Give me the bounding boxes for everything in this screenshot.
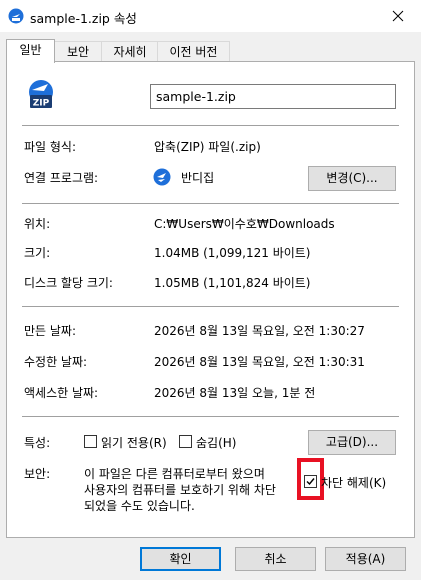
- tab-details[interactable]: 자세히: [101, 41, 159, 62]
- tab-previous-versions[interactable]: 이전 버전: [157, 41, 230, 62]
- accessed-label: 액세스한 날짜:: [24, 386, 99, 400]
- ok-button[interactable]: 확인: [140, 547, 221, 571]
- apply-button[interactable]: 적용(A): [325, 547, 406, 571]
- close-icon: [392, 10, 404, 22]
- opens-with-value: 반디집: [181, 171, 215, 185]
- file-type-value: 압축(ZIP) 파일(.zip): [154, 140, 261, 154]
- window-title: sample-1.zip 속성: [30, 11, 137, 26]
- created-value: 2026년 8월 13일 목요일, 오전 1:30:27: [154, 324, 365, 338]
- zip-icon-text: ZIP: [33, 99, 50, 109]
- unblock-checkbox[interactable]: [304, 475, 317, 488]
- modified-value: 2026년 8월 13일 목요일, 오전 1:30:31: [154, 355, 365, 369]
- change-button[interactable]: 변경(C)...: [308, 166, 396, 191]
- security-label: 보안:: [24, 467, 51, 481]
- general-panel: ZIP sample-1.zip 파일 형식: 압축(ZIP) 파일(.zip)…: [6, 61, 415, 538]
- advanced-button[interactable]: 고급(D)...: [308, 430, 396, 455]
- readonly-label[interactable]: 읽기 전용(R): [101, 434, 167, 451]
- attributes-label: 특성:: [24, 436, 51, 450]
- security-message-line2: 사용자의 컴퓨터를 보호하기 위해 차단: [84, 483, 276, 497]
- security-message-line3: 되었을 수도 있습니다.: [84, 499, 195, 513]
- created-label: 만든 날짜:: [24, 324, 77, 338]
- opens-with-label: 연결 프로그램:: [24, 171, 99, 185]
- readonly-checkbox[interactable]: [84, 435, 97, 448]
- divider: [22, 416, 399, 417]
- divider: [22, 125, 399, 126]
- modified-label: 수정한 날짜:: [24, 355, 88, 369]
- accessed-value: 2026년 8월 13일 오늘, 1분 전: [154, 386, 316, 400]
- title-bar: sample-1.zip 속성: [0, 0, 421, 32]
- zip-file-icon: ZIP: [24, 78, 58, 110]
- tab-general[interactable]: 일반: [6, 39, 55, 63]
- file-type-label: 파일 형식:: [24, 140, 77, 154]
- size-label: 크기:: [24, 246, 51, 260]
- tab-security[interactable]: 보안: [53, 41, 103, 62]
- unblock-label[interactable]: 차단 해제(K): [321, 474, 386, 491]
- hidden-label[interactable]: 숨김(H): [196, 434, 236, 451]
- location-value: C:₩Users₩이수호₩Downloads: [154, 217, 335, 231]
- size-on-disk-label: 디스크 할당 크기:: [24, 276, 113, 290]
- file-name-input[interactable]: sample-1.zip: [150, 84, 396, 109]
- divider: [22, 203, 399, 204]
- zip-file-icon: [8, 8, 24, 24]
- size-value: 1.04MB (1,099,121 바이트): [154, 246, 311, 260]
- security-message-line1: 이 파일은 다른 컴퓨터로부터 왔으며: [84, 467, 265, 481]
- divider: [22, 306, 399, 307]
- checkmark-icon: [306, 478, 315, 486]
- location-label: 위치:: [24, 217, 51, 231]
- bandizip-icon: [153, 168, 171, 186]
- cancel-button[interactable]: 취소: [235, 547, 316, 571]
- hidden-checkbox[interactable]: [179, 435, 192, 448]
- close-button[interactable]: [375, 0, 421, 32]
- size-on-disk-value: 1.05MB (1,101,824 바이트): [154, 276, 311, 290]
